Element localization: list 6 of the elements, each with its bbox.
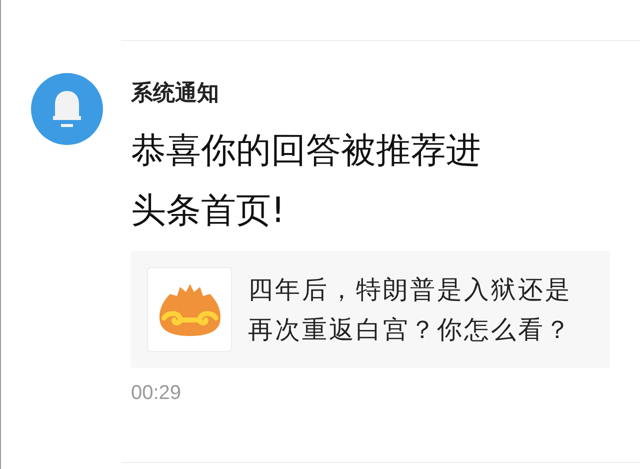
question-card[interactable]: 四年后，特朗普是入狱还是再次重返白宫？你怎么看？ bbox=[131, 251, 610, 368]
notification-headline: 恭喜你的回答被推荐进头条首页! bbox=[131, 130, 482, 233]
sender-name: 系统通知 bbox=[131, 80, 220, 108]
question-title: 四年后，特朗普是入狱还是再次重返白宫？你怎么看？ bbox=[248, 274, 573, 346]
timestamp: 00:29 bbox=[131, 382, 182, 405]
logo-icon bbox=[147, 267, 232, 352]
